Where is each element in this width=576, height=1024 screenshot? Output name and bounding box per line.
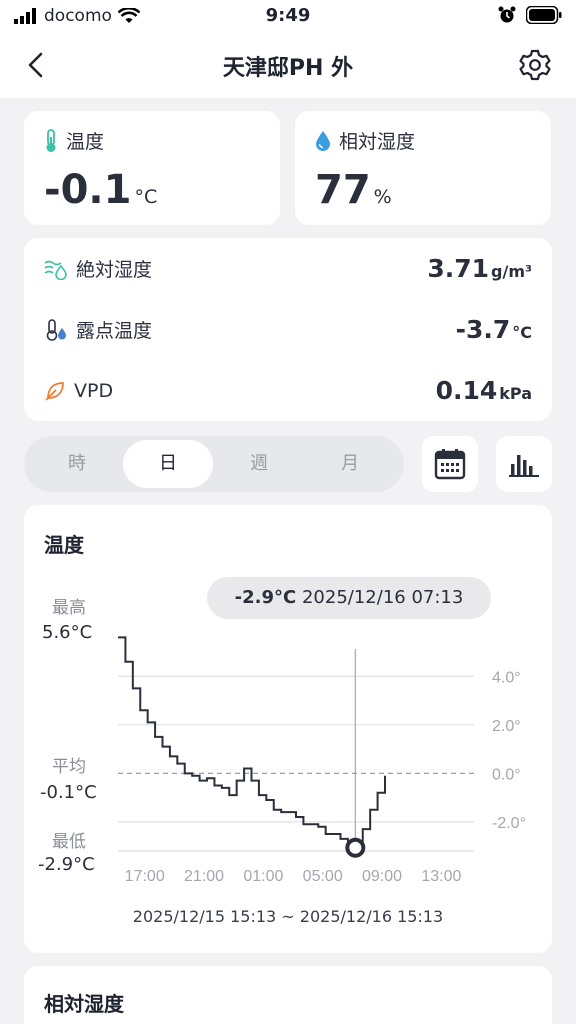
water-drop-icon bbox=[316, 130, 330, 151]
y-tick-label: 2.0° bbox=[492, 718, 521, 735]
metric-unit: g/m³ bbox=[491, 262, 532, 281]
temperature-label: 温度 bbox=[66, 131, 105, 153]
thermometer-icon bbox=[46, 128, 56, 152]
chart-tooltip: -2.9°C 2025/12/16 07:13 bbox=[207, 577, 491, 619]
metric-value: 0.14 bbox=[435, 376, 498, 405]
temperature-unit: °C bbox=[134, 186, 158, 208]
alarm-icon bbox=[498, 6, 516, 23]
temperature-value: -0.1 bbox=[44, 167, 132, 213]
tooltip-time: 2025/12/16 07:13 bbox=[301, 587, 464, 608]
metric-unit: kPa bbox=[499, 384, 532, 403]
chart-title: 相対湿度 bbox=[44, 992, 124, 1016]
chart-type-button[interactable] bbox=[496, 436, 552, 492]
calendar-button[interactable] bbox=[422, 436, 478, 492]
status-bar: docomo 9:49 bbox=[0, 0, 576, 32]
metrics-card: 絶対湿度 3.71 g/m³ 露点温度 -3.7 °C VPD 0.14 kPa bbox=[24, 238, 552, 421]
dew-point-icon bbox=[46, 318, 66, 341]
metric-label: 絶対湿度 bbox=[76, 259, 153, 281]
temperature-card[interactable]: 温度 -0.1 °C bbox=[24, 111, 280, 225]
metric-unit: °C bbox=[512, 323, 532, 342]
humidity-reading: 77% bbox=[315, 167, 392, 213]
temperature-chart-card: 温度 最高 5.6°C 平均 -0.1°C 最低 -2.9°C 4.0° 2.0°… bbox=[24, 505, 552, 953]
date-range: 2025/12/15 15:13 ~ 2025/12/16 15:13 bbox=[132, 907, 444, 926]
x-tick-label: 13:00 bbox=[421, 868, 461, 885]
x-tick-label: 01:00 bbox=[243, 868, 283, 885]
nav-bar: 天津邸PH 外 bbox=[0, 32, 576, 98]
humidity-label: 相対湿度 bbox=[339, 131, 416, 153]
y-tick-label: 4.0° bbox=[492, 669, 521, 686]
absolute-humidity-icon bbox=[44, 260, 67, 280]
x-tick-label: 17:00 bbox=[125, 868, 165, 885]
battery-icon bbox=[526, 6, 562, 24]
metric-label: 露点温度 bbox=[76, 320, 153, 342]
tab-hour[interactable]: 時 bbox=[32, 440, 122, 488]
humidity-card[interactable]: 相対湿度 77% bbox=[295, 111, 551, 225]
tab-month[interactable]: 月 bbox=[305, 440, 395, 488]
temperature-series-line bbox=[118, 636, 386, 845]
dew-point-row[interactable]: 露点温度 -3.7 °C bbox=[44, 315, 532, 344]
leaf-icon bbox=[45, 381, 64, 401]
temperature-reading: -0.1 °C bbox=[44, 167, 157, 213]
tooltip-value: -2.9°C bbox=[234, 587, 297, 608]
metric-value: -3.7 bbox=[455, 315, 511, 344]
humidity-value: 77 bbox=[315, 167, 371, 213]
cursor-marker bbox=[345, 837, 366, 858]
humidity-chart-card: 相対湿度 bbox=[24, 966, 552, 1024]
x-tick-label: 09:00 bbox=[362, 868, 402, 885]
absolute-humidity-row[interactable]: 絶対湿度 3.71 g/m³ bbox=[44, 254, 532, 283]
clock: 9:49 bbox=[265, 5, 311, 26]
vpd-row[interactable]: VPD 0.14 kPa bbox=[44, 376, 532, 405]
metric-label: VPD bbox=[74, 379, 114, 402]
tab-week[interactable]: 週 bbox=[214, 440, 304, 488]
tab-day[interactable]: 日 bbox=[123, 440, 213, 488]
humidity-unit: % bbox=[373, 186, 392, 208]
x-tick-label: 21:00 bbox=[184, 868, 224, 885]
temperature-line-chart[interactable]: 4.0° 2.0° 0.0° -2.0° 17:00 21:00 01:00 05:00 09:… bbox=[24, 505, 552, 895]
metric-value: 3.71 bbox=[427, 254, 490, 283]
y-tick-label: 0.0° bbox=[492, 766, 521, 783]
calendar-icon bbox=[434, 449, 466, 480]
y-tick-label: -2.0° bbox=[492, 815, 526, 832]
page-title: 天津邸PH 外 bbox=[222, 56, 354, 81]
bar-chart-icon bbox=[509, 455, 539, 477]
period-segmented-control: 時 日 週 月 bbox=[24, 436, 404, 492]
x-tick-label: 05:00 bbox=[303, 868, 343, 885]
gear-icon[interactable] bbox=[518, 48, 552, 82]
